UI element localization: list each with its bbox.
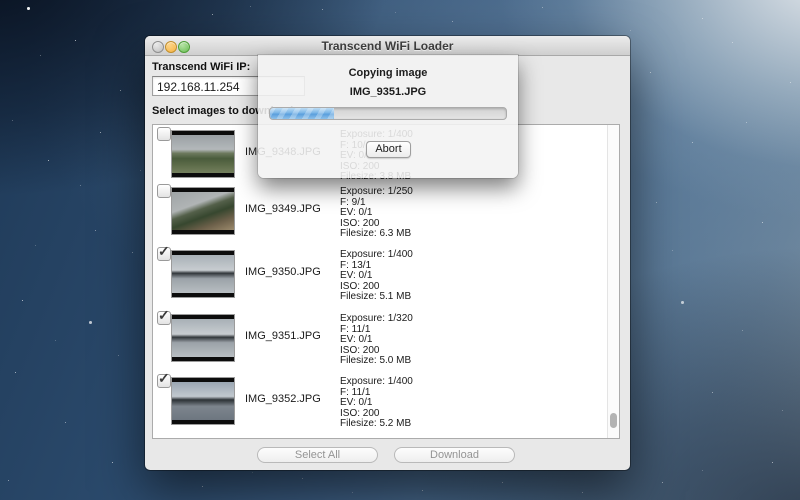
scrollbar-thumb[interactable] <box>610 413 617 428</box>
image-checkbox[interactable]: ✓ <box>157 127 171 141</box>
checkmark-icon: ✓ <box>158 370 170 387</box>
exif-block: Exposure: 1/250F: 9/1EV: 0/1ISO: 200File… <box>340 187 413 240</box>
progress-bar-fill <box>270 108 334 119</box>
app-window: Transcend WiFi Loader Transcend WiFi IP:… <box>145 36 630 470</box>
image-checkbox[interactable]: ✓ <box>157 184 171 198</box>
star-field-dim <box>0 0 1 1</box>
image-checkbox[interactable]: ✓ <box>157 374 171 388</box>
title-bar[interactable]: Transcend WiFi Loader <box>145 36 630 56</box>
image-filename: IMG_9352.JPG <box>245 393 321 405</box>
image-filename: IMG_9349.JPG <box>245 203 321 215</box>
image-row[interactable]: ✓ IMG_9351.JPG Exposure: 1/320F: 11/1EV:… <box>153 315 619 367</box>
select-all-button[interactable]: Select All <box>257 447 378 463</box>
image-thumbnail <box>172 131 234 177</box>
image-filename: IMG_9350.JPG <box>245 266 321 278</box>
copy-progress-dialog: Copying image IMG_9351.JPG Abort <box>258 55 518 178</box>
scrollbar-track[interactable] <box>607 125 619 438</box>
image-row[interactable]: ✓ IMG_9350.JPG Exposure: 1/400F: 13/1EV:… <box>153 251 619 303</box>
dialog-title: Copying image <box>258 67 518 79</box>
checkmark-icon: ✓ <box>158 243 170 260</box>
ip-label: Transcend WiFi IP: <box>152 61 250 73</box>
image-thumbnail <box>172 378 234 424</box>
checkmark-icon: ✓ <box>158 307 170 324</box>
image-checkbox[interactable]: ✓ <box>157 311 171 325</box>
image-filename: IMG_9351.JPG <box>245 330 321 342</box>
exif-block: Exposure: 1/400F: 13/1EV: 0/1ISO: 200Fil… <box>340 250 413 303</box>
abort-button[interactable]: Abort <box>366 141 411 158</box>
dialog-filename: IMG_9351.JPG <box>258 86 518 98</box>
image-thumbnail <box>172 251 234 297</box>
download-button[interactable]: Download <box>394 447 515 463</box>
image-row[interactable]: ✓ IMG_9349.JPG Exposure: 1/250F: 9/1EV: … <box>153 188 619 240</box>
exif-block: Exposure: 1/400F: 11/1EV: 0/1ISO: 200Fil… <box>340 377 413 430</box>
progress-bar <box>269 107 507 120</box>
exif-block: Exposure: 1/320F: 11/1EV: 0/1ISO: 200Fil… <box>340 314 413 367</box>
image-row[interactable]: ✓ IMG_9352.JPG Exposure: 1/400F: 11/1EV:… <box>153 378 619 430</box>
image-thumbnail <box>172 188 234 234</box>
image-thumbnail <box>172 315 234 361</box>
image-checkbox[interactable]: ✓ <box>157 247 171 261</box>
window-title: Transcend WiFi Loader <box>145 39 630 53</box>
